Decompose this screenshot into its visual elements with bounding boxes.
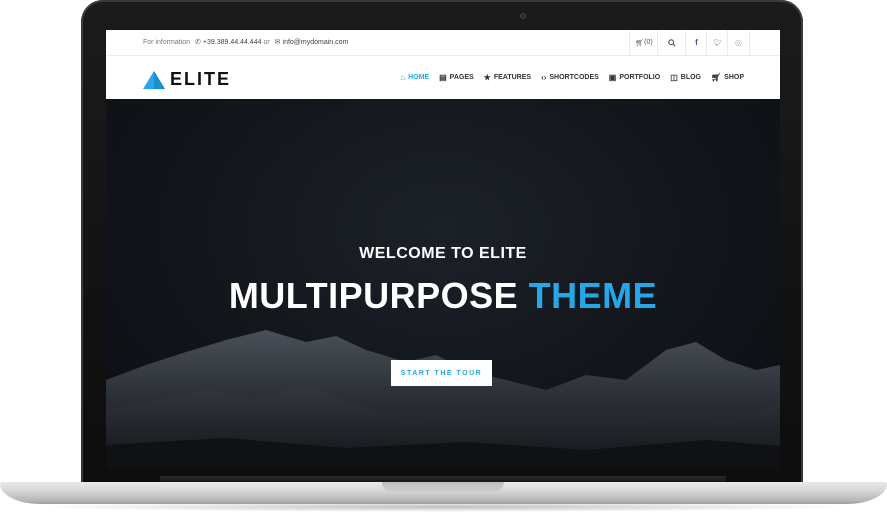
brand-name: ELITE	[170, 69, 232, 89]
nav-label: PAGES	[449, 74, 474, 81]
camera-icon	[520, 13, 526, 19]
nav-item-portfolio[interactable]: ▣ PORTFOLIO	[609, 73, 660, 82]
nav-label: SHOP	[724, 74, 744, 81]
nav-item-shortcodes[interactable]: ‹› SHORTCODES	[541, 73, 599, 82]
nav-item-blog[interactable]: ◫ BLOG	[670, 73, 701, 82]
code-icon: ‹›	[541, 73, 547, 82]
hero-headline: MULTIPURPOSE THEME	[106, 275, 780, 317]
laptop-notch	[382, 482, 504, 492]
cart-button[interactable]: 🛒︎ (0)	[629, 30, 658, 55]
nav-item-pages[interactable]: ▤ PAGES	[439, 73, 474, 82]
mail-icon: ✉	[274, 39, 281, 46]
info-label: For information	[143, 39, 191, 46]
facebook-button[interactable]: f	[685, 30, 707, 55]
contact-info: For information ✆ +39.389.44.44.444 or ✉ i…	[143, 38, 348, 46]
cart-icon: 🛒︎	[711, 73, 722, 82]
or-label: or	[263, 39, 270, 46]
top-bar: For information ✆ +39.389.44.44.444 or ✉ i…	[106, 30, 780, 56]
dribbble-icon: ◎	[735, 38, 742, 47]
nav-label: HOME	[408, 74, 430, 81]
hero-section: WELCOME TO ELITE MULTIPURPOSE THEME STAR…	[106, 99, 780, 470]
nav-label: FEATURES	[493, 74, 532, 81]
site-logo[interactable]: ELITE	[143, 69, 231, 90]
website-screen: For information ✆ +39.389.44.44.444 or ✉ i…	[106, 30, 780, 470]
cart-count: (0)	[644, 39, 653, 46]
search-icon	[668, 38, 676, 47]
home-icon: ⌂	[400, 73, 406, 82]
phone-number[interactable]: +39.389.44.44.444	[203, 39, 262, 46]
book-icon: ◫	[670, 73, 678, 82]
logo-triangle-icon	[143, 70, 165, 89]
headline-main: MULTIPURPOSE	[228, 275, 519, 316]
facebook-icon: f	[695, 38, 698, 47]
nav-item-features[interactable]: ★ FEATURES	[484, 73, 531, 82]
laptop-mockup: For information ✆ +39.389.44.44.444 or ✉ i…	[0, 0, 887, 524]
nav-item-home[interactable]: ⌂ HOME	[400, 73, 429, 82]
pages-icon: ▤	[439, 73, 447, 82]
nav-label: SHORTCODES	[549, 74, 599, 81]
hero-welcome-text: WELCOME TO ELITE	[359, 245, 527, 262]
email-link[interactable]: info@mydomain.com	[283, 39, 349, 46]
start-tour-button[interactable]: START THE TOUR	[391, 360, 492, 386]
phone-icon: ✆	[195, 39, 201, 46]
nav-label: PORTFOLIO	[619, 74, 661, 81]
nav-menu: ⌂ HOME ▤ PAGES ★ FEATURES ‹› SHORTCODES …	[400, 73, 744, 82]
twitter-button[interactable]: 🐦︎	[706, 30, 728, 55]
main-navbar: ELITE ⌂ HOME ▤ PAGES ★ FEATURES ‹› SHORT…	[106, 56, 780, 99]
nav-label: BLOG	[680, 74, 701, 81]
search-button[interactable]	[657, 30, 686, 55]
dribbble-button[interactable]: ◎	[727, 30, 750, 55]
cart-icon: 🛒︎	[635, 39, 645, 47]
briefcase-icon: ▣	[608, 73, 617, 82]
star-icon: ★	[483, 73, 491, 82]
nav-item-shop[interactable]: 🛒︎ SHOP	[711, 73, 744, 82]
headline-accent: THEME	[528, 275, 658, 316]
twitter-icon: 🐦︎	[713, 39, 722, 47]
